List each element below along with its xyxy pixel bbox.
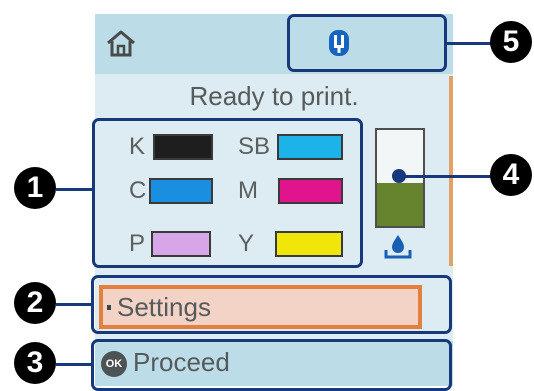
callout-leader-4 bbox=[400, 175, 492, 178]
status-message: Ready to print. bbox=[189, 81, 359, 111]
callout-badge-3: 3 bbox=[14, 342, 56, 384]
callout-badge-1: 1 bbox=[14, 167, 56, 209]
maintenance-box-icon bbox=[384, 235, 412, 259]
callout-badge-4: 4 bbox=[490, 154, 532, 196]
callout-leader-5 bbox=[447, 42, 493, 45]
home-icon[interactable] bbox=[105, 28, 137, 60]
callout-badge-2: 2 bbox=[14, 282, 56, 324]
callout-leader-4-dot bbox=[392, 169, 406, 183]
maintenance-box-fill bbox=[377, 182, 423, 226]
callout-frame-ink bbox=[92, 118, 363, 268]
callout-frame-settings bbox=[91, 275, 452, 334]
callout-frame-wifi bbox=[287, 14, 447, 72]
callout-leader-2 bbox=[56, 303, 94, 306]
callout-leader-3 bbox=[56, 363, 94, 366]
panel-edge bbox=[449, 76, 453, 266]
callout-leader-1 bbox=[56, 188, 94, 191]
callout-badge-5: 5 bbox=[490, 21, 532, 63]
callout-frame-proceed bbox=[91, 339, 452, 391]
